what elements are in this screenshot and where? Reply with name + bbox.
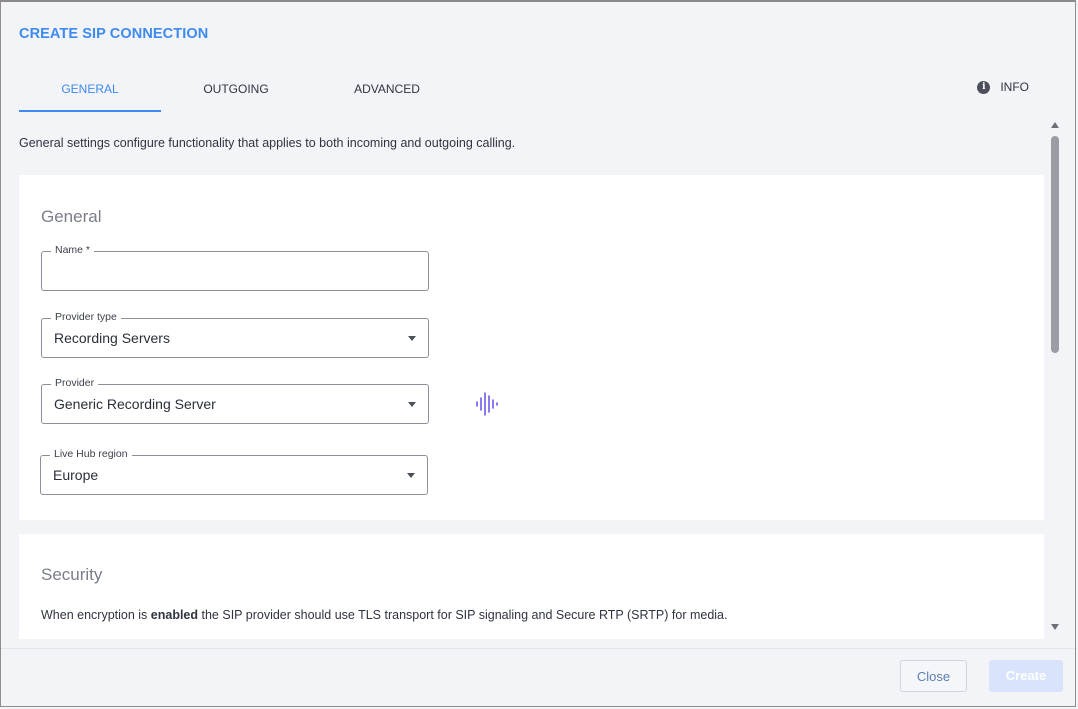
- tab-bar: GENERAL OUTGOING ADVANCED: [19, 72, 1075, 112]
- dialog-content: General settings configure functionality…: [1, 114, 1063, 639]
- create-button[interactable]: Create: [989, 660, 1063, 692]
- audio-wave-icon: [476, 392, 498, 416]
- info-label: INFO: [1000, 80, 1029, 94]
- live-hub-region-select[interactable]: Live Hub region Europe: [40, 448, 428, 495]
- general-section: General Name * Provider type Recording S…: [19, 175, 1044, 520]
- info-icon: i: [977, 80, 991, 94]
- scroll-down-arrow-icon[interactable]: [1051, 624, 1059, 630]
- security-section: Security When encryption is enabled the …: [19, 534, 1044, 639]
- create-sip-connection-dialog: CREATE SIP CONNECTION GENERAL OUTGOING A…: [0, 0, 1076, 707]
- provider-type-value: Recording Servers: [54, 330, 170, 346]
- general-description: General settings configure functionality…: [19, 136, 516, 150]
- chevron-down-icon: [407, 473, 415, 478]
- close-button[interactable]: Close: [900, 660, 967, 692]
- scroll-up-arrow-icon[interactable]: [1051, 122, 1059, 128]
- content-scrollbar[interactable]: [1049, 120, 1061, 632]
- tab-general[interactable]: GENERAL: [19, 72, 161, 112]
- dialog-footer: Close Create: [1, 648, 1075, 706]
- info-button[interactable]: i INFO: [977, 80, 1029, 94]
- name-field[interactable]: Name *: [41, 244, 429, 291]
- general-heading: General: [41, 207, 102, 226]
- security-description: When encryption is enabled the SIP provi…: [41, 608, 728, 622]
- provider-type-label: Provider type: [51, 311, 121, 323]
- chevron-down-icon: [408, 336, 416, 341]
- provider-select[interactable]: Provider Generic Recording Server: [41, 377, 429, 424]
- name-field-label: Name *: [51, 244, 95, 256]
- live-hub-region-label: Live Hub region: [50, 448, 132, 460]
- provider-type-select[interactable]: Provider type Recording Servers: [41, 311, 429, 358]
- tab-outgoing[interactable]: OUTGOING: [169, 72, 303, 112]
- live-hub-region-value: Europe: [53, 467, 99, 483]
- dialog-title: CREATE SIP CONNECTION: [19, 26, 209, 42]
- provider-value: Generic Recording Server: [54, 396, 216, 412]
- scrollbar-thumb[interactable]: [1051, 136, 1059, 353]
- provider-label: Provider: [51, 377, 99, 389]
- tab-advanced[interactable]: ADVANCED: [317, 72, 457, 112]
- security-heading: Security: [41, 565, 103, 584]
- chevron-down-icon: [408, 402, 416, 407]
